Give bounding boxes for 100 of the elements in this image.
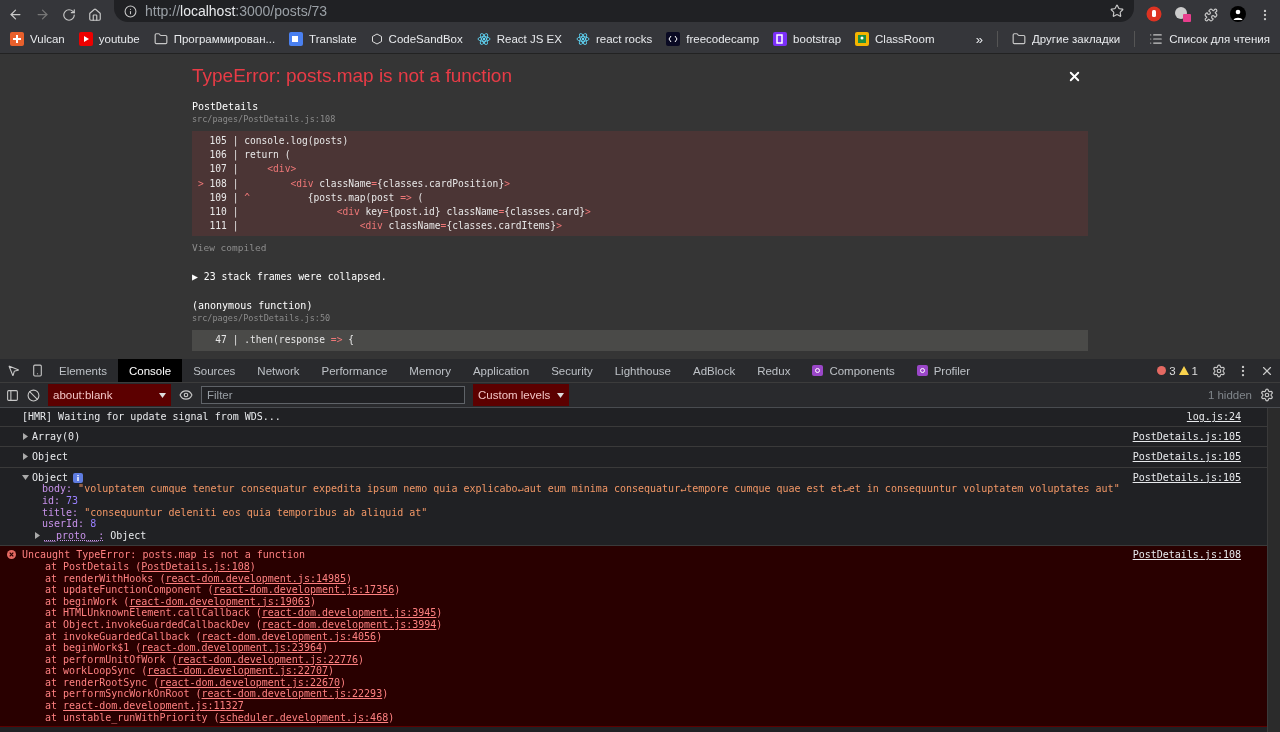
source-link[interactable]: react-dom.development.js:11327 [63, 700, 244, 712]
warning-icon [1178, 366, 1189, 375]
source-link[interactable]: log.js:24 [1186, 411, 1241, 423]
property-value: Object [110, 529, 147, 542]
devtools-tab[interactable]: Network [246, 359, 311, 382]
list-icon [1149, 32, 1164, 46]
source-link[interactable]: scheduler.development.js:468 [219, 711, 389, 723]
bookmark[interactable]: ClassRoom [855, 32, 935, 46]
context-select[interactable]: about:blank [48, 384, 171, 406]
reading-list-button[interactable]: Список для чтения [1149, 32, 1270, 46]
reload-icon[interactable] [62, 8, 76, 22]
object-label[interactable]: Object [32, 451, 69, 463]
view-compiled-link[interactable]: View compiled [192, 242, 267, 254]
source-link[interactable]: react-dom.development.js:22776 [177, 653, 359, 665]
source-link[interactable]: react-dom.development.js:14985 [165, 572, 347, 584]
levels-select[interactable]: Custom levels [473, 384, 569, 406]
devtools-tab[interactable]: Performance [310, 359, 399, 382]
devtools-tab[interactable]: AdBlock [682, 359, 747, 382]
object-label[interactable]: Object [32, 471, 69, 484]
source-link[interactable]: PostDetails.js:108 [141, 560, 250, 572]
puzzle-icon[interactable] [1204, 8, 1218, 22]
issue-counter[interactable]: 3 1 [1149, 359, 1206, 382]
stack-frame: at workLoopSync (react-dom.development.js:22707) [22, 665, 334, 677]
code-line: 107 | <div> [208, 162, 297, 177]
bookmark-folder[interactable]: Другие закладки [1012, 32, 1121, 46]
devtools-tab[interactable]: Security [540, 359, 604, 382]
code-line: 110 | <div key={post.id} className={classes.card}> [208, 205, 591, 220]
stack-frame: at updateFunctionComponent (react-dom.development.js:17356) [22, 584, 401, 596]
source-link[interactable]: react-dom.development.js:3945 [261, 607, 437, 619]
filter-field[interactable]: Filter [201, 386, 465, 404]
stack-frame: at PostDetails (PostDetails.js:108) [22, 560, 256, 573]
devtools-tab[interactable]: Memory [398, 359, 462, 382]
source-link[interactable]: react-dom.development.js:19063 [129, 595, 310, 607]
source-link[interactable]: react-dom.development.js:4056 [201, 630, 377, 642]
component-name: (anonymous function) [192, 300, 314, 312]
devtools-tab[interactable]: Sources [182, 359, 247, 382]
back-icon[interactable] [8, 7, 23, 22]
source-link[interactable]: PostDetails.js:105 [1132, 430, 1241, 443]
collapsed-triangle-icon[interactable] [34, 532, 41, 540]
source-link[interactable]: react-dom.development.js:22707 [147, 665, 328, 677]
object-label[interactable]: Array(0) [32, 430, 81, 443]
bookmark[interactable]: youtube [78, 32, 140, 46]
error-icon [7, 550, 16, 560]
bookmark[interactable]: Vulcan [10, 32, 65, 46]
devtools-tab[interactable]: Lighthouse [603, 359, 682, 382]
stack-frame: at Object.invokeGuardedCallbackDev (react-dom.development.js:3994) [22, 618, 443, 631]
scrollbar[interactable] [1267, 408, 1280, 732]
star-icon[interactable] [1110, 4, 1124, 18]
expanded-triangle-icon[interactable] [22, 474, 29, 482]
source-link[interactable]: react-dom.development.js:23964 [141, 642, 322, 654]
code-line: 47 | .then(response => { [214, 333, 354, 348]
info-icon [73, 472, 84, 483]
devtools-tab[interactable]: Application [461, 359, 541, 382]
collapsed-frames-toggle[interactable]: ▶ 23 stack frames were collapsed. [192, 271, 387, 283]
devtools-tab[interactable]: Components [801, 359, 906, 382]
property-name: id: [42, 494, 61, 507]
caret-icon [159, 392, 166, 398]
stack-frame: at renderWithHooks (react-dom.development.js:14985) [22, 572, 353, 585]
bookmark[interactable]: CodeSandBox [370, 33, 463, 45]
hidden-count: 1 hidden [1207, 389, 1252, 401]
property-value: 8 [90, 518, 97, 530]
code-line: 106 | return ( [208, 148, 291, 163]
devtools-tab[interactable]: Redux [746, 359, 802, 382]
source-link[interactable]: PostDetails.js:108 [1132, 549, 1241, 561]
eye-icon[interactable] [179, 388, 193, 402]
extension-icon[interactable] [1174, 6, 1192, 22]
collapsed-triangle-icon[interactable] [22, 432, 29, 440]
bookmark[interactable]: react rocks [575, 32, 653, 46]
devtools-tab[interactable]: Profiler [905, 359, 982, 382]
bookmark[interactable]: React JS EX [476, 32, 562, 46]
collapsed-triangle-icon[interactable] [22, 453, 29, 461]
bookmark[interactable]: bootstrap [773, 32, 842, 46]
source-link[interactable]: PostDetails.js:105 [1132, 471, 1241, 484]
avatar-icon[interactable] [1230, 6, 1246, 22]
more-bookmarks-button[interactable]: » [975, 31, 984, 47]
bookmark-icon [10, 32, 24, 46]
property-name: userId: [42, 518, 85, 530]
react-icon [916, 365, 928, 376]
home-icon[interactable] [88, 8, 102, 22]
console-message: [HMR] Waiting for update signal from WDS... [22, 411, 281, 423]
stack-frame: at invokeGuardedCallback (react-dom.development.js:4056) [22, 630, 383, 643]
address-field[interactable]: http://localhost:3000/posts/73 [114, 0, 1134, 22]
source-link[interactable]: react-dom.development.js:3994 [261, 618, 437, 630]
bookmark[interactable]: freecodecamp [666, 32, 760, 46]
file-path: src/pages/PostDetails.js:50 [192, 313, 332, 324]
stack-frame: at renderRootSync (react-dom.development.js:22670) [22, 676, 347, 689]
bookmark[interactable]: Translate [289, 32, 357, 46]
info-icon[interactable] [124, 4, 137, 18]
devtools-tab[interactable]: Console [117, 359, 183, 382]
source-link[interactable]: react-dom.development.js:22293 [201, 688, 383, 700]
source-link[interactable]: react-dom.development.js:17356 [213, 584, 395, 596]
source-link[interactable]: react-dom.development.js:22670 [159, 676, 340, 688]
sidebar-icon[interactable] [6, 388, 19, 402]
bookmark[interactable]: Программирован... [153, 32, 276, 46]
source-link[interactable]: PostDetails.js:105 [1132, 451, 1241, 463]
forward-icon[interactable] [35, 7, 50, 22]
clear-icon[interactable] [27, 388, 40, 402]
settings-icon[interactable] [1260, 388, 1274, 402]
hand-icon[interactable] [1146, 6, 1162, 22]
devtools-tab[interactable]: Elements [48, 359, 118, 382]
